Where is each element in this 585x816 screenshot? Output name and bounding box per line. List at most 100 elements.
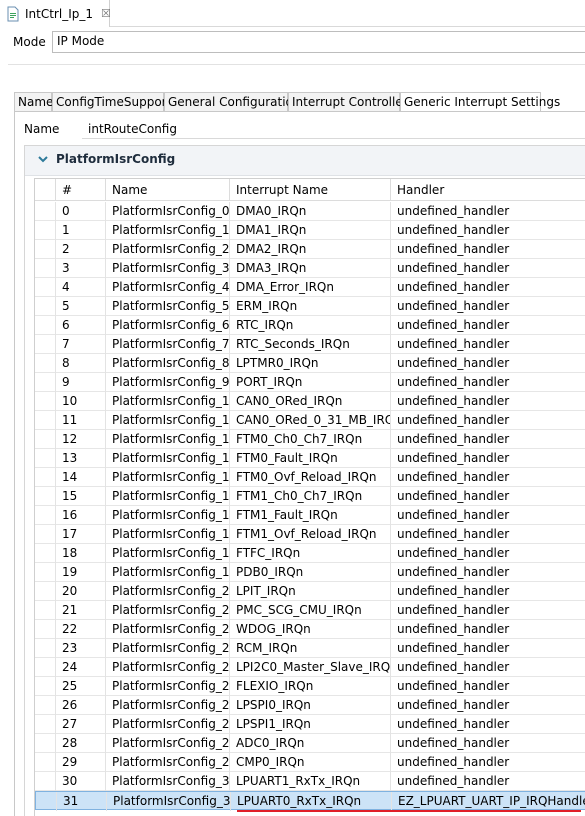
cell-name[interactable]: PlatformIsrConfig_22 xyxy=(106,620,230,639)
cell-index[interactable]: 16 xyxy=(56,506,106,525)
table-row[interactable]: 28 PlatformIsrConfig_28 ADC0_IRQn undefined… xyxy=(35,734,585,753)
cell-interrupt-name[interactable]: RCM_IRQn xyxy=(230,639,391,658)
cell-name[interactable]: PlatformIsrConfig_8 xyxy=(106,354,230,373)
table-row[interactable]: 1 PlatformIsrConfig_1 DMA1_IRQn undefined_h… xyxy=(35,221,585,240)
cell-name[interactable]: PlatformIsrConfig_10 xyxy=(106,392,230,411)
cell-index[interactable]: 23 xyxy=(56,639,106,658)
cell-interrupt-name[interactable]: FTM1_Fault_IRQn xyxy=(230,506,391,525)
cell-interrupt-name[interactable]: DMA1_IRQn xyxy=(230,221,391,240)
cell-index[interactable]: 2 xyxy=(56,240,106,259)
table-row[interactable]: 9 PlatformIsrConfig_9 PORT_IRQn undefined_h… xyxy=(35,373,585,392)
cell-interrupt-name[interactable]: PDB0_IRQn xyxy=(230,563,391,582)
cell-name[interactable]: PlatformIsrConfig_12 xyxy=(106,430,230,449)
cell-handler[interactable]: undefined_handler xyxy=(391,658,585,677)
cell-handler[interactable]: undefined_handler xyxy=(391,753,585,772)
cell-interrupt-name[interactable]: LPSPI1_IRQn xyxy=(230,715,391,734)
table-row[interactable]: 11 PlatformIsrConfig_11 CAN0_ORed_0_31_MB_… xyxy=(35,411,585,430)
cell-interrupt-name[interactable]: DMA2_IRQn xyxy=(230,240,391,259)
cell-index[interactable]: 29 xyxy=(56,753,106,772)
cell-interrupt-name[interactable]: CAN0_ORed_IRQn xyxy=(230,392,391,411)
table-row[interactable]: 27 PlatformIsrConfig_27 LPSPI1_IRQn undefin… xyxy=(35,715,585,734)
tab-interrupt-controller[interactable]: Interrupt Controller xyxy=(288,92,408,112)
cell-name[interactable]: PlatformIsrConfig_29 xyxy=(106,753,230,772)
table-row[interactable]: 3 PlatformIsrConfig_3 DMA3_IRQn undefined_h… xyxy=(35,259,585,278)
cell-handler[interactable]: undefined_handler xyxy=(391,449,585,468)
cell-interrupt-name[interactable]: PMC_SCG_CMU_IRQn xyxy=(230,601,391,620)
cell-interrupt-name[interactable]: RTC_Seconds_IRQn xyxy=(230,335,391,354)
table-row[interactable]: 14 PlatformIsrConfig_14 FTM0_Ovf_Reload_IR… xyxy=(35,468,585,487)
tab-name[interactable]: Name xyxy=(14,92,53,112)
table-row[interactable]: 8 PlatformIsrConfig_8 LPTMR0_IRQn undefined… xyxy=(35,354,585,373)
table-row[interactable]: 4 PlatformIsrConfig_4 DMA_Error_IRQn undefi… xyxy=(35,278,585,297)
cell-index[interactable]: 24 xyxy=(56,658,106,677)
cell-interrupt-name[interactable]: LPSPI0_IRQn xyxy=(230,696,391,715)
cell-name[interactable]: PlatformIsrConfig_17 xyxy=(106,525,230,544)
cell-interrupt-name[interactable]: FTM1_Ch0_Ch7_IRQn xyxy=(230,487,391,506)
table-row[interactable]: 31 PlatformIsrConfig_31 LPUART0_RxTx_IRQn E… xyxy=(35,791,585,811)
table-row[interactable]: 2 PlatformIsrConfig_2 DMA2_IRQn undefined_h… xyxy=(35,240,585,259)
cell-interrupt-name[interactable]: LPIT_IRQn xyxy=(230,582,391,601)
cell-handler[interactable]: undefined_handler xyxy=(391,563,585,582)
cell-handler[interactable]: undefined_handler xyxy=(391,601,585,620)
cell-handler[interactable]: undefined_handler xyxy=(391,677,585,696)
table-row[interactable]: 17 PlatformIsrConfig_17 FTM1_Ovf_Reload_IR… xyxy=(35,525,585,544)
cell-index[interactable]: 15 xyxy=(56,487,106,506)
cell-index[interactable]: 25 xyxy=(56,677,106,696)
cell-index[interactable]: 14 xyxy=(56,468,106,487)
cell-name[interactable]: PlatformIsrConfig_19 xyxy=(106,563,230,582)
table-row[interactable]: 19 PlatformIsrConfig_19 PDB0_IRQn undefined… xyxy=(35,563,585,582)
cell-interrupt-name[interactable]: CAN0_ORed_0_31_MB_IRQn xyxy=(230,411,391,430)
table-row[interactable]: 16 PlatformIsrConfig_16 FTM1_Fault_IRQn und… xyxy=(35,506,585,525)
mode-select[interactable]: IP Mode xyxy=(52,31,585,53)
chevron-down-icon[interactable] xyxy=(37,153,49,165)
cell-index[interactable]: 20 xyxy=(56,582,106,601)
cell-name[interactable]: PlatformIsrConfig_13 xyxy=(106,449,230,468)
table-row[interactable]: 6 PlatformIsrConfig_6 RTC_IRQn undefined_ha… xyxy=(35,316,585,335)
cell-handler[interactable]: EZ_LPUART_UART_IP_IRQHandler xyxy=(392,792,585,811)
cell-handler[interactable]: undefined_handler xyxy=(391,487,585,506)
cell-handler[interactable]: undefined_handler xyxy=(391,316,585,335)
cell-interrupt-name[interactable]: FTM1_Ovf_Reload_IRQn xyxy=(230,525,391,544)
table-row[interactable]: 18 PlatformIsrConfig_18 FTFC_IRQn undefined… xyxy=(35,544,585,563)
cell-name[interactable]: PlatformIsrConfig_9 xyxy=(106,373,230,392)
cell-index[interactable]: 3 xyxy=(56,259,106,278)
cell-index[interactable]: 10 xyxy=(56,392,106,411)
cell-handler[interactable]: undefined_handler xyxy=(391,468,585,487)
cell-handler[interactable]: undefined_handler xyxy=(391,715,585,734)
cell-name[interactable]: PlatformIsrConfig_11 xyxy=(106,411,230,430)
section-header[interactable]: PlatformIsrConfig xyxy=(25,146,585,176)
table-row[interactable]: 5 PlatformIsrConfig_5 ERM_IRQn undefined_ha… xyxy=(35,297,585,316)
cell-name[interactable]: PlatformIsrConfig_0 xyxy=(106,202,230,221)
header-index[interactable]: # xyxy=(56,179,106,201)
table-row[interactable]: 0 PlatformIsrConfig_0 DMA0_IRQn undefined_h… xyxy=(35,202,585,221)
cell-handler[interactable]: undefined_handler xyxy=(391,354,585,373)
cell-handler[interactable]: undefined_handler xyxy=(391,392,585,411)
cell-index[interactable]: 5 xyxy=(56,297,106,316)
table-row[interactable]: 26 PlatformIsrConfig_26 LPSPI0_IRQn undefin… xyxy=(35,696,585,715)
editor-tab[interactable]: IntCtrl_Ip_1 ☒ xyxy=(0,0,111,27)
cell-name[interactable]: PlatformIsrConfig_3 xyxy=(106,259,230,278)
cell-index[interactable]: 30 xyxy=(56,772,106,791)
cell-handler[interactable]: undefined_handler xyxy=(391,278,585,297)
cell-name[interactable]: PlatformIsrConfig_16 xyxy=(106,506,230,525)
cell-index[interactable]: 31 xyxy=(57,792,107,811)
cell-handler[interactable]: undefined_handler xyxy=(391,582,585,601)
table-row[interactable]: 20 PlatformIsrConfig_20 LPIT_IRQn undefined… xyxy=(35,582,585,601)
cell-index[interactable]: 6 xyxy=(56,316,106,335)
cell-handler[interactable]: undefined_handler xyxy=(391,734,585,753)
cell-index[interactable]: 11 xyxy=(56,411,106,430)
cell-interrupt-name[interactable]: ERM_IRQn xyxy=(230,297,391,316)
cell-handler[interactable]: undefined_handler xyxy=(391,430,585,449)
cell-index[interactable]: 12 xyxy=(56,430,106,449)
cell-interrupt-name[interactable]: WDOG_IRQn xyxy=(230,620,391,639)
cell-interrupt-name[interactable]: LPTMR0_IRQn xyxy=(230,354,391,373)
table-row[interactable]: 13 PlatformIsrConfig_13 FTM0_Fault_IRQn und… xyxy=(35,449,585,468)
table-row[interactable]: 15 PlatformIsrConfig_15 FTM1_Ch0_Ch7_IRQn u… xyxy=(35,487,585,506)
cell-handler[interactable]: undefined_handler xyxy=(391,696,585,715)
cell-index[interactable]: 22 xyxy=(56,620,106,639)
cell-index[interactable]: 8 xyxy=(56,354,106,373)
cell-index[interactable]: 13 xyxy=(56,449,106,468)
cell-name[interactable]: PlatformIsrConfig_23 xyxy=(106,639,230,658)
cell-handler[interactable]: undefined_handler xyxy=(391,639,585,658)
cell-index[interactable]: 4 xyxy=(56,278,106,297)
